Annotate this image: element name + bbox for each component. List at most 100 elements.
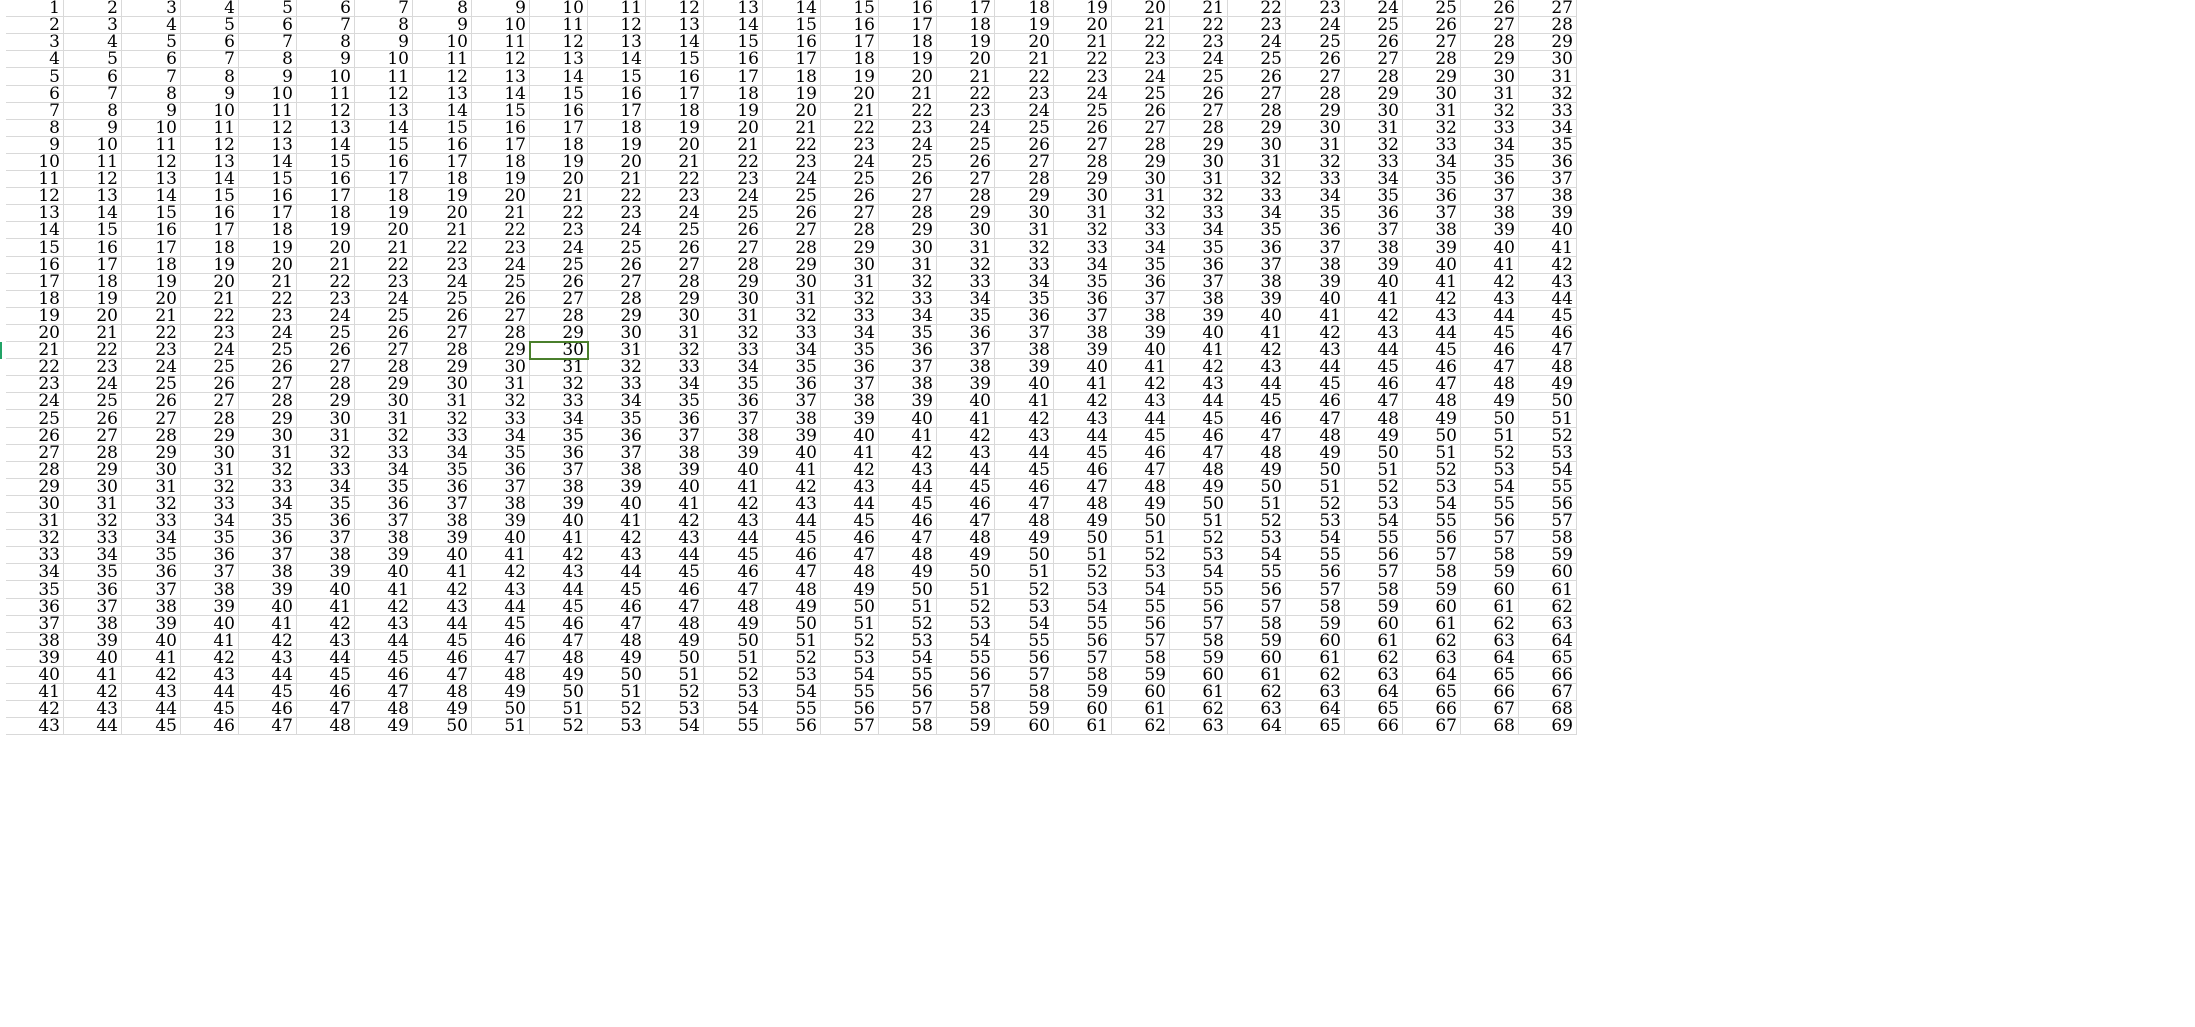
grid-cell[interactable]: 26	[879, 171, 937, 188]
grid-cell[interactable]: 50	[530, 684, 588, 701]
grid-cell[interactable]: 60	[1054, 701, 1112, 718]
grid-cell[interactable]: 26	[239, 359, 297, 376]
grid-cell[interactable]: 9	[413, 17, 472, 34]
grid-cell[interactable]: 26	[704, 222, 763, 239]
grid-cell[interactable]: 20	[6, 325, 64, 342]
grid-cell[interactable]: 35	[646, 393, 704, 410]
grid-cell[interactable]: 45	[588, 581, 646, 599]
grid-cell[interactable]: 64	[1403, 667, 1461, 684]
grid-cell[interactable]: 5	[64, 51, 122, 68]
grid-cell[interactable]: 29	[588, 308, 646, 325]
grid-cell[interactable]: 28	[122, 428, 181, 445]
grid-cell[interactable]: 55	[1286, 547, 1345, 564]
grid-cell[interactable]: 26	[530, 274, 588, 291]
grid-cell[interactable]: 53	[937, 616, 995, 633]
grid-cell[interactable]: 26	[297, 342, 355, 359]
grid-cell[interactable]: 56	[1170, 599, 1228, 616]
grid-cell[interactable]: 20	[821, 86, 879, 103]
grid-cell[interactable]: 43	[646, 530, 704, 547]
grid-cell[interactable]: 25	[1112, 86, 1170, 103]
grid-cell[interactable]: 41	[1170, 342, 1228, 359]
grid-cell[interactable]: 39	[181, 599, 239, 616]
grid-cell[interactable]: 46	[821, 530, 879, 547]
grid-cell[interactable]: 33	[1461, 120, 1519, 137]
grid-cell[interactable]: 44	[1170, 393, 1228, 410]
grid-cell[interactable]: 1	[6, 0, 64, 17]
grid-cell[interactable]: 39	[1054, 342, 1112, 359]
grid-cell[interactable]: 21	[472, 205, 530, 222]
grid-cell[interactable]: 17	[472, 137, 530, 154]
grid-cell[interactable]: 25	[239, 342, 297, 359]
grid-cell[interactable]: 5	[239, 0, 297, 17]
grid-cell[interactable]: 32	[1286, 154, 1345, 171]
grid-cell[interactable]: 17	[6, 274, 64, 291]
grid-cell[interactable]: 12	[530, 34, 588, 51]
grid-cell[interactable]: 39	[821, 410, 879, 428]
grid-cell[interactable]: 42	[64, 684, 122, 701]
grid-cell[interactable]: 54	[1461, 479, 1519, 496]
grid-cell[interactable]: 15	[239, 171, 297, 188]
grid-cell[interactable]: 15	[530, 86, 588, 103]
grid-cell[interactable]: 49	[1461, 393, 1519, 410]
grid-cell[interactable]: 10	[297, 68, 355, 86]
grid-cell[interactable]: 40	[1286, 291, 1345, 308]
grid-cell[interactable]: 24	[704, 188, 763, 205]
grid-cell[interactable]: 25	[1054, 103, 1112, 120]
grid-cell[interactable]: 32	[821, 291, 879, 308]
grid-cell[interactable]: 37	[1286, 239, 1345, 257]
grid-cell[interactable]: 46	[1228, 410, 1286, 428]
grid-cell[interactable]: 66	[1345, 718, 1403, 735]
grid-cell[interactable]: 49	[413, 701, 472, 718]
grid-cell[interactable]: 11	[122, 137, 181, 154]
grid-cell[interactable]: 27	[239, 376, 297, 393]
grid-cell[interactable]: 19	[239, 239, 297, 257]
grid-cell[interactable]: 28	[355, 359, 413, 376]
grid-cell[interactable]: 58	[995, 684, 1054, 701]
grid-cell[interactable]: 49	[821, 581, 879, 599]
grid-cell[interactable]: 49	[1519, 376, 1577, 393]
grid-cell[interactable]: 6	[181, 34, 239, 51]
grid-cell[interactable]: 26	[1345, 34, 1403, 51]
grid-cell[interactable]: 32	[588, 359, 646, 376]
grid-cell[interactable]: 39	[1228, 291, 1286, 308]
grid-cell[interactable]: 35	[1170, 239, 1228, 257]
grid-cell[interactable]: 18	[64, 274, 122, 291]
grid-cell[interactable]: 31	[472, 376, 530, 393]
grid-cell[interactable]: 19	[297, 222, 355, 239]
grid-cell[interactable]: 22	[704, 154, 763, 171]
grid-cell[interactable]: 42	[995, 410, 1054, 428]
grid-cell[interactable]: 58	[879, 718, 937, 735]
grid-cell[interactable]: 42	[413, 581, 472, 599]
grid-cell[interactable]: 36	[1403, 188, 1461, 205]
grid-cell[interactable]: 46	[763, 547, 821, 564]
grid-cell[interactable]: 11	[472, 34, 530, 51]
grid-cell[interactable]: 45	[297, 667, 355, 684]
grid-cell[interactable]: 47	[1461, 359, 1519, 376]
grid-cell[interactable]: 30	[821, 257, 879, 274]
grid-cell[interactable]: 31	[64, 496, 122, 513]
grid-cell[interactable]: 27	[1403, 34, 1461, 51]
grid-cell[interactable]: 34	[64, 547, 122, 564]
grid-cell[interactable]: 63	[1519, 616, 1577, 633]
grid-cell[interactable]: 27	[646, 257, 704, 274]
grid-cell[interactable]: 51	[995, 564, 1054, 581]
grid-cell[interactable]: 46	[297, 684, 355, 701]
grid-cell[interactable]: 59	[937, 718, 995, 735]
grid-cell[interactable]: 36	[1054, 291, 1112, 308]
grid-cell[interactable]: 22	[821, 120, 879, 137]
grid-cell[interactable]: 43	[879, 462, 937, 479]
grid-cell[interactable]: 25	[995, 120, 1054, 137]
grid-cell[interactable]: 15	[297, 154, 355, 171]
grid-cell[interactable]: 22	[1228, 0, 1286, 17]
grid-cell[interactable]: 26	[64, 410, 122, 428]
grid-cell[interactable]: 35	[1461, 154, 1519, 171]
grid-cell[interactable]: 43	[181, 667, 239, 684]
grid-cell[interactable]: 42	[1170, 359, 1228, 376]
grid-cell[interactable]: 50	[1228, 479, 1286, 496]
grid-cell[interactable]: 35	[1345, 188, 1403, 205]
grid-cell[interactable]: 22	[181, 308, 239, 325]
grid-cell[interactable]: 63	[1170, 718, 1228, 735]
grid-cell[interactable]: 6	[122, 51, 181, 68]
grid-cell[interactable]: 22	[472, 222, 530, 239]
grid-cell[interactable]: 30	[763, 274, 821, 291]
